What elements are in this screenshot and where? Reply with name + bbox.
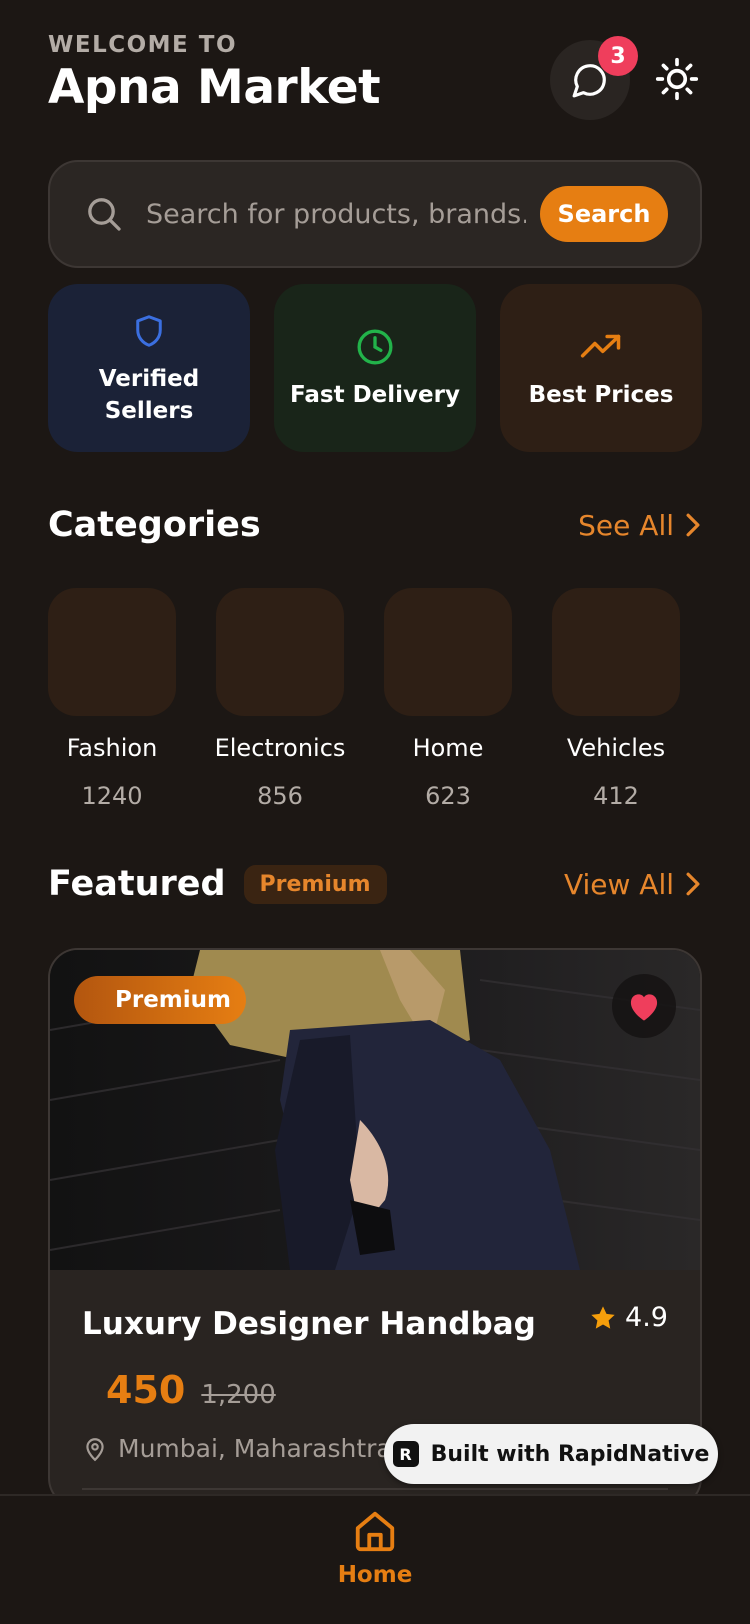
product-image: Premium <box>50 950 700 1270</box>
category-list: Fashion 1240 Electronics 856 Home 623 Ve… <box>48 588 680 810</box>
star-icon <box>591 1305 615 1329</box>
categories-header: Categories See All <box>48 505 702 545</box>
search-button[interactable]: Search <box>540 186 668 242</box>
location-text: Mumbai, Maharashtra <box>118 1434 392 1463</box>
theme-toggle-button[interactable] <box>652 54 702 104</box>
category-count: 623 <box>425 782 471 810</box>
category-name: Fashion <box>66 734 158 762</box>
category-item-home[interactable]: Home 623 <box>384 588 512 810</box>
premium-pill: Premium <box>243 864 387 904</box>
header: WELCOME TO Apna Market 3 <box>48 32 702 122</box>
view-all-label: View All <box>563 867 674 901</box>
notification-badge: 3 <box>598 36 638 76</box>
card-divider <box>82 1488 668 1490</box>
chevron-right-icon <box>686 872 700 896</box>
rapidnative-logo-icon: R <box>392 1441 419 1467</box>
bottom-tab-bar: Home <box>0 1494 750 1624</box>
price-row: 450 1,200 <box>82 1368 668 1412</box>
category-tile <box>216 588 344 716</box>
category-tile <box>384 588 512 716</box>
feature-label: Best Prices <box>528 382 674 408</box>
heart-icon <box>630 994 658 1021</box>
see-all-label: See All <box>578 508 674 542</box>
feature-best-prices[interactable]: Best Prices <box>500 284 702 452</box>
search-icon <box>88 198 121 231</box>
shield-icon <box>136 315 162 347</box>
sun-icon <box>655 57 699 101</box>
chevron-right-icon <box>686 513 700 537</box>
featured-header: Featured Premium View All <box>48 864 702 904</box>
rating-value: 4.9 <box>625 1302 668 1333</box>
category-item-electronics[interactable]: Electronics 856 <box>214 588 346 810</box>
trending-up-icon <box>580 334 621 358</box>
product-old-price: 1,200 <box>201 1380 276 1410</box>
category-name: Home <box>412 734 484 762</box>
category-name: Electronics <box>214 734 346 762</box>
favorite-button[interactable] <box>612 974 676 1038</box>
see-all-link[interactable]: See All <box>578 509 702 542</box>
product-rating: 4.9 <box>589 1302 668 1333</box>
search-input[interactable] <box>146 192 526 236</box>
category-count: 856 <box>257 782 303 810</box>
feature-label: Verified Sellers <box>98 366 200 424</box>
feature-fast-delivery[interactable]: Fast Delivery <box>274 284 476 452</box>
feature-label: Fast Delivery <box>290 382 460 408</box>
messages-button[interactable]: 3 <box>550 36 638 120</box>
category-tile <box>552 588 680 716</box>
product-price: 450 <box>106 1368 186 1412</box>
category-count: 412 <box>593 782 639 810</box>
category-count: 1240 <box>81 782 143 810</box>
tab-home[interactable]: Home <box>0 1508 750 1588</box>
home-icon <box>355 1511 395 1552</box>
feature-highlights: Verified Sellers Fast Delivery Best Pric… <box>48 284 702 452</box>
category-item-fashion[interactable]: Fashion 1240 <box>48 588 176 810</box>
product-name: Luxury Designer Handbag <box>82 1306 536 1342</box>
clock-icon <box>357 329 393 365</box>
view-all-link[interactable]: View All <box>564 868 702 901</box>
feature-verified-sellers[interactable]: Verified Sellers <box>48 284 250 452</box>
category-tile <box>48 588 176 716</box>
search-bar: Search <box>48 160 702 268</box>
category-item-vehicles[interactable]: Vehicles 412 <box>552 588 680 810</box>
category-name: Vehicles <box>566 734 666 762</box>
featured-title: Featured <box>48 864 226 904</box>
built-with-badge[interactable]: R Built with RapidNative <box>384 1424 718 1484</box>
tab-home-label: Home <box>337 1562 413 1588</box>
categories-title: Categories <box>48 505 261 545</box>
location-pin-icon <box>86 1437 104 1461</box>
premium-tag: Premium <box>74 976 246 1024</box>
built-with-text: Built with RapidNative <box>430 1441 710 1467</box>
